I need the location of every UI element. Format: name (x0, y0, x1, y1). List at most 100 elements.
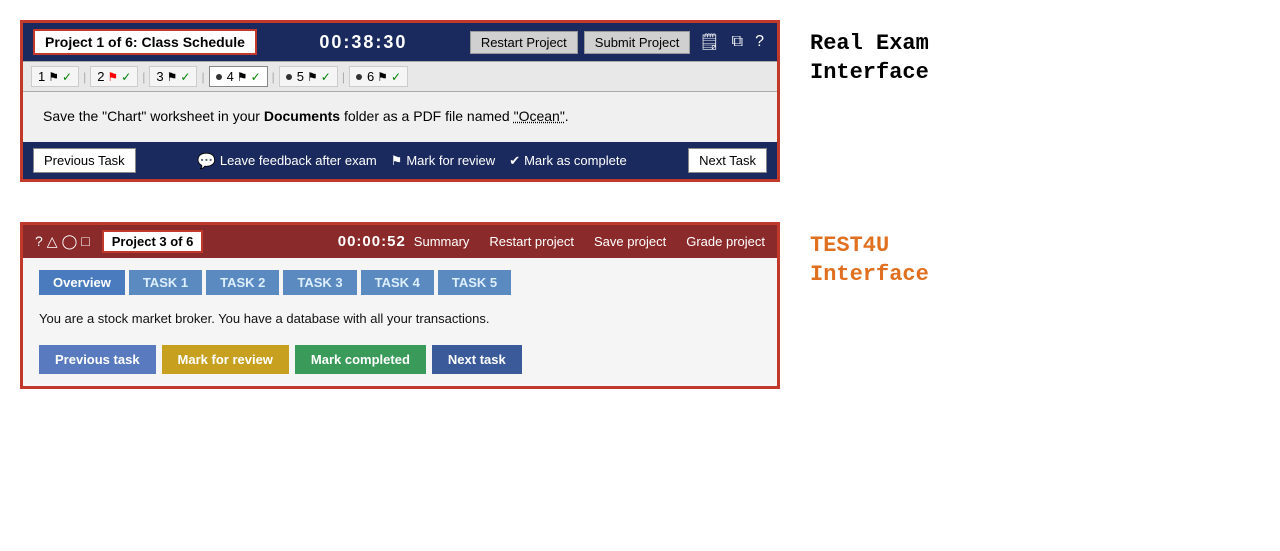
test4u-label-line2: Interface (810, 261, 929, 290)
tab5-num: 5 (297, 69, 304, 84)
tab3-flag-icon: ⚑ (167, 70, 178, 84)
t4u-tab-task3[interactable]: TASK 3 (283, 270, 356, 295)
t4u-summary-link[interactable]: Summary (414, 234, 470, 249)
task-documents-ref: Documents (264, 108, 340, 124)
exam-header: Project 1 of 6: Class Schedule 00:38:30 … (23, 23, 777, 61)
tab1-num: 1 (38, 69, 45, 84)
exam-panel: Project 1 of 6: Class Schedule 00:38:30 … (20, 20, 780, 182)
task-text-3: folder as a PDF file named (340, 108, 514, 124)
bottom-section: ? △ ◯ □ Project 3 of 6 00:00:52 Summary … (0, 202, 1280, 399)
help-icon-button[interactable]: ? (752, 33, 767, 51)
tab3-check-icon: ✓ (180, 70, 190, 84)
leave-feedback-action[interactable]: 💬 Leave feedback after exam (197, 152, 377, 170)
test4u-panel: ? △ ◯ □ Project 3 of 6 00:00:52 Summary … (20, 222, 780, 389)
t4u-mark-review-button[interactable]: Mark for review (162, 345, 289, 374)
exam-header-buttons: Restart Project Submit Project 🗒 ⧉ ? (470, 31, 767, 54)
footer-left: Previous Task (33, 148, 136, 173)
separator-3: | (201, 70, 204, 84)
task-chart-ref: "Chart" (102, 108, 146, 124)
t4u-tab-task2[interactable]: TASK 2 (206, 270, 279, 295)
t4u-project-label: Project 3 of 6 (102, 230, 204, 253)
t4u-tabs: Overview TASK 1 TASK 2 TASK 3 TASK 4 TAS… (39, 270, 761, 295)
real-exam-label-line1: Real Exam (810, 30, 929, 59)
t4u-prev-task-button[interactable]: Previous task (39, 345, 156, 374)
t4u-tab-task4[interactable]: TASK 4 (361, 270, 434, 295)
tab6-num: 6 (367, 69, 374, 84)
previous-task-button[interactable]: Previous Task (33, 148, 136, 173)
task-content-area: Save the "Chart" worksheet in your Docum… (23, 92, 777, 142)
task-ocean-ref: "Ocean" (514, 108, 565, 124)
restart-project-button[interactable]: Restart Project (470, 31, 578, 54)
tab4-flag-icon: ⚑ (237, 70, 248, 84)
exam-footer: Previous Task 💬 Leave feedback after exa… (23, 142, 777, 179)
task-tab-6[interactable]: 6 ⚑ ✓ (349, 66, 408, 87)
tab6-dot (356, 74, 362, 80)
task-tab-5[interactable]: 5 ⚑ ✓ (279, 66, 338, 87)
tab6-flag-icon: ⚑ (377, 70, 388, 84)
footer-center: 💬 Leave feedback after exam ⚑ Mark for r… (197, 152, 627, 170)
mark-complete-action[interactable]: ✔ Mark as complete (509, 153, 627, 169)
tab4-dot (216, 74, 222, 80)
tab2-check-icon: ✓ (121, 70, 131, 84)
tab6-check-icon: ✓ (391, 70, 401, 84)
separator-1: | (83, 70, 86, 84)
tab4-check-icon: ✓ (251, 70, 261, 84)
next-task-button[interactable]: Next Task (688, 148, 767, 173)
task-tabs-bar: 1 ⚑ ✓ | 2 ⚑ ✓ | 3 ⚑ ✓ | 4 ⚑ ✓ (23, 61, 777, 92)
exam-timer: 00:38:30 (319, 32, 407, 53)
exam-title: Project 1 of 6: Class Schedule (33, 29, 257, 55)
separator-5: | (342, 70, 345, 84)
task-tab-2[interactable]: 2 ⚑ ✓ (90, 66, 138, 87)
tab5-flag-icon: ⚑ (307, 70, 318, 84)
t4u-icon-group: ? △ ◯ □ (35, 233, 90, 250)
mark-review-action[interactable]: ⚑ Mark for review (391, 153, 496, 169)
tab2-num: 2 (97, 69, 104, 84)
separator-2: | (142, 70, 145, 84)
t4u-restart-link[interactable]: Restart project (489, 234, 574, 249)
footer-right: Next Task (688, 148, 767, 173)
tab1-flag-icon: ⚑ (48, 70, 59, 84)
t4u-grade-link[interactable]: Grade project (686, 234, 765, 249)
task-tab-1[interactable]: 1 ⚑ ✓ (31, 66, 79, 87)
top-section: Project 1 of 6: Class Schedule 00:38:30 … (0, 0, 1280, 192)
t4u-save-link[interactable]: Save project (594, 234, 666, 249)
tab5-dot (286, 74, 292, 80)
window-icon-button[interactable]: ⧉ (729, 33, 746, 51)
t4u-tab-task5[interactable]: TASK 5 (438, 270, 511, 295)
real-exam-label-line2: Interface (810, 59, 929, 88)
task-text-2: worksheet in your (146, 108, 264, 124)
check-complete-icon: ✔ (509, 153, 520, 169)
feedback-label: Leave feedback after exam (220, 153, 377, 168)
tab4-num: 4 (227, 69, 234, 84)
t4u-timer: 00:00:52 (338, 233, 406, 250)
task-text-1: Save the (43, 108, 102, 124)
submit-project-button[interactable]: Submit Project (584, 31, 691, 54)
tab1-check-icon: ✓ (62, 70, 72, 84)
flag-review-icon: ⚑ (391, 153, 403, 169)
tab3-num: 3 (156, 69, 163, 84)
tab2-flag-icon: ⚑ (107, 70, 118, 84)
t4u-square-icon[interactable]: □ (81, 233, 89, 250)
task-tab-4[interactable]: 4 ⚑ ✓ (209, 66, 268, 87)
t4u-task-text: You are a stock market broker. You have … (39, 309, 761, 329)
separator-4: | (272, 70, 275, 84)
t4u-triangle-icon[interactable]: △ (47, 233, 58, 250)
t4u-nav-links: Summary Restart project Save project Gra… (414, 234, 765, 249)
t4u-next-task-button[interactable]: Next task (432, 345, 522, 374)
task-tab-3[interactable]: 3 ⚑ ✓ (149, 66, 197, 87)
t4u-body: Overview TASK 1 TASK 2 TASK 3 TASK 4 TAS… (23, 258, 777, 386)
task-text-4: . (565, 108, 569, 124)
t4u-help-icon[interactable]: ? (35, 233, 43, 250)
mark-complete-label: Mark as complete (524, 153, 627, 168)
real-exam-label: Real Exam Interface (810, 20, 929, 87)
mark-review-label: Mark for review (406, 153, 495, 168)
t4u-header: ? △ ◯ □ Project 3 of 6 00:00:52 Summary … (23, 225, 777, 258)
t4u-tab-overview[interactable]: Overview (39, 270, 125, 295)
notes-icon-button[interactable]: 🗒 (696, 32, 722, 52)
t4u-mark-completed-button[interactable]: Mark completed (295, 345, 426, 374)
t4u-footer-buttons: Previous task Mark for review Mark compl… (39, 345, 761, 374)
t4u-circle-icon[interactable]: ◯ (62, 233, 78, 250)
feedback-icon: 💬 (197, 152, 216, 170)
test4u-label: TEST4U Interface (810, 222, 929, 289)
t4u-tab-task1[interactable]: TASK 1 (129, 270, 202, 295)
